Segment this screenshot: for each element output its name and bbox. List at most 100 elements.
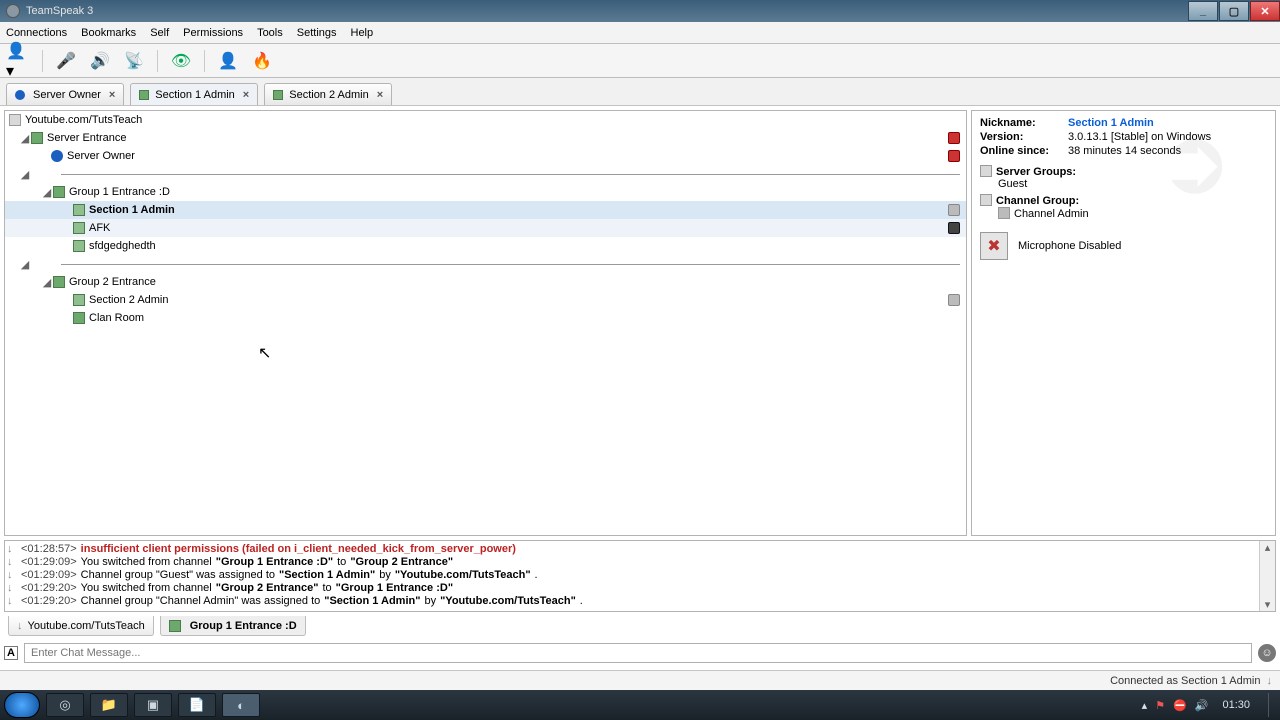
- contacts-icon[interactable]: 👁: [168, 48, 194, 74]
- start-button[interactable]: [4, 692, 40, 718]
- channel-group-2[interactable]: ◢ Group 2 Entrance: [5, 273, 966, 291]
- taskbar-clock[interactable]: 01:30: [1222, 699, 1250, 711]
- emoji-icon[interactable]: ☺: [1258, 644, 1276, 662]
- taskbar-teamspeak-icon[interactable]: ◐: [222, 693, 260, 717]
- channel-tree[interactable]: Youtube.com/TutsTeach ◢ Server Entrance …: [4, 110, 967, 536]
- scroll-down-icon[interactable]: ▾: [1265, 598, 1271, 611]
- log-scrollbar[interactable]: ▴▾: [1259, 541, 1275, 611]
- log-text: Channel group "Guest" was assigned to: [81, 569, 275, 582]
- mute-mic-icon[interactable]: 🎤: [53, 48, 79, 74]
- channel-server-entrance[interactable]: ◢ Server Entrance: [5, 129, 966, 147]
- minimize-button[interactable]: _: [1188, 1, 1218, 21]
- menu-settings[interactable]: Settings: [297, 27, 337, 39]
- subscribe-icon[interactable]: 📡: [121, 48, 147, 74]
- tab-section-1-admin[interactable]: Section 1 Admin ×: [130, 83, 258, 105]
- channel-group-label: Channel Group:: [996, 195, 1079, 207]
- group-icon: [980, 194, 992, 206]
- user-afk[interactable]: AFK: [5, 219, 966, 237]
- channel-name: Group 2 Entrance: [69, 276, 156, 288]
- client-icon: [73, 222, 85, 234]
- menu-bookmarks[interactable]: Bookmarks: [81, 27, 136, 39]
- menu-connections[interactable]: Connections: [6, 27, 67, 39]
- show-desktop-button[interactable]: [1268, 693, 1276, 717]
- log-arrow-icon: ↓: [7, 556, 17, 569]
- scroll-up-icon[interactable]: ▴: [1265, 541, 1271, 554]
- user-section-1-admin[interactable]: Section 1 Admin: [5, 201, 966, 219]
- collapse-icon[interactable]: ◢: [19, 258, 31, 271]
- tab-section-2-admin[interactable]: Section 2 Admin ×: [264, 83, 392, 105]
- close-tab-icon[interactable]: ×: [243, 89, 249, 101]
- tab-label: Section 1 Admin: [155, 89, 235, 101]
- spacer-row: ◢: [5, 165, 966, 183]
- log-arrow-icon: ↓: [7, 543, 17, 556]
- collapse-icon[interactable]: ◢: [19, 132, 31, 145]
- mute-speaker-icon[interactable]: 🔊: [87, 48, 113, 74]
- taskbar-cmd-icon[interactable]: ▣: [134, 693, 172, 717]
- channel-group-1[interactable]: ◢ Group 1 Entrance :D: [5, 183, 966, 201]
- tray-volume-icon[interactable]: 🔊: [1195, 699, 1209, 712]
- menu-help[interactable]: Help: [351, 27, 374, 39]
- nickname-value[interactable]: Section 1 Admin: [1068, 117, 1154, 129]
- tray-flag-icon[interactable]: ▴: [1142, 699, 1148, 712]
- log-bold: "Group 1 Entrance :D": [336, 582, 453, 595]
- menu-permissions[interactable]: Permissions: [183, 27, 243, 39]
- log-text: You switched from channel: [81, 556, 212, 569]
- log-time: <01:29:20>: [21, 582, 77, 595]
- log-text: to: [337, 556, 346, 569]
- chat-tab-server[interactable]: ↓ Youtube.com/TutsTeach: [8, 616, 154, 636]
- taskbar-chrome-icon[interactable]: ◎: [46, 693, 84, 717]
- user-icon: [15, 90, 25, 100]
- client-icon: [73, 240, 85, 252]
- status-bar: Connected as Section 1 Admin ↓: [0, 670, 1280, 690]
- system-tray: ▴ ⚑ ⛔ 🔊 01:30: [1142, 693, 1276, 717]
- channel-clan-room[interactable]: Clan Room: [5, 309, 966, 327]
- close-tab-icon[interactable]: ×: [109, 89, 115, 101]
- filter-icon[interactable]: 👤: [215, 48, 241, 74]
- menu-self[interactable]: Self: [150, 27, 169, 39]
- close-button[interactable]: ✕: [1250, 1, 1280, 21]
- shield-icon: [998, 207, 1010, 219]
- user-section-2-admin[interactable]: Section 2 Admin: [5, 291, 966, 309]
- chat-input[interactable]: [24, 643, 1252, 663]
- channel-name: Clan Room: [89, 312, 144, 324]
- tab-server-owner[interactable]: Server Owner ×: [6, 83, 124, 105]
- user-server-owner[interactable]: Server Owner: [5, 147, 966, 165]
- away-icon[interactable]: 👤▾: [6, 48, 32, 74]
- server-log[interactable]: ↓ <01:28:57> insufficient client permissi…: [4, 540, 1276, 612]
- maximize-button[interactable]: ▢: [1219, 1, 1249, 21]
- server-groups-label: Server Groups:: [996, 166, 1076, 178]
- hot-icon[interactable]: 🔥: [249, 48, 275, 74]
- channel-icon: [273, 90, 283, 100]
- user-name: AFK: [89, 222, 110, 234]
- badge-icon: [948, 222, 960, 234]
- divider: [61, 264, 960, 265]
- close-tab-icon[interactable]: ×: [377, 89, 383, 101]
- collapse-icon[interactable]: ◢: [41, 186, 53, 199]
- log-bold: "Youtube.com/TutsTeach": [395, 569, 531, 582]
- server-row[interactable]: Youtube.com/TutsTeach: [5, 111, 966, 129]
- client-icon: [73, 204, 85, 216]
- toolbar-separator: [157, 50, 158, 72]
- log-text: .: [580, 595, 583, 608]
- collapse-icon[interactable]: ◢: [41, 276, 53, 289]
- tray-network-icon[interactable]: ⛔: [1173, 699, 1187, 712]
- chat-mode-icon[interactable]: A: [4, 646, 18, 660]
- tab-label: Server Owner: [33, 89, 101, 101]
- client-icon: [73, 294, 85, 306]
- channel-icon: [31, 132, 43, 144]
- chat-tab-label: Youtube.com/TutsTeach: [28, 620, 145, 632]
- log-time: <01:28:57>: [21, 543, 77, 556]
- status-text: Connected as Section 1 Admin: [1110, 675, 1260, 687]
- log-bold: "Section 1 Admin": [279, 569, 375, 582]
- collapse-icon[interactable]: ◢: [19, 168, 31, 181]
- log-bold: "Group 2 Entrance": [216, 582, 319, 595]
- channel-icon: [53, 186, 65, 198]
- user-sfd[interactable]: sfdgedghedth: [5, 237, 966, 255]
- menu-tools[interactable]: Tools: [257, 27, 283, 39]
- taskbar-explorer-icon[interactable]: 📁: [90, 693, 128, 717]
- taskbar-notepad-icon[interactable]: 📄: [178, 693, 216, 717]
- tray-action-center-icon[interactable]: ⚑: [1155, 699, 1165, 712]
- log-time: <01:29:09>: [21, 556, 77, 569]
- chat-tab-channel[interactable]: Group 1 Entrance :D: [160, 616, 306, 636]
- log-message: insufficient client permissions (failed …: [81, 543, 516, 556]
